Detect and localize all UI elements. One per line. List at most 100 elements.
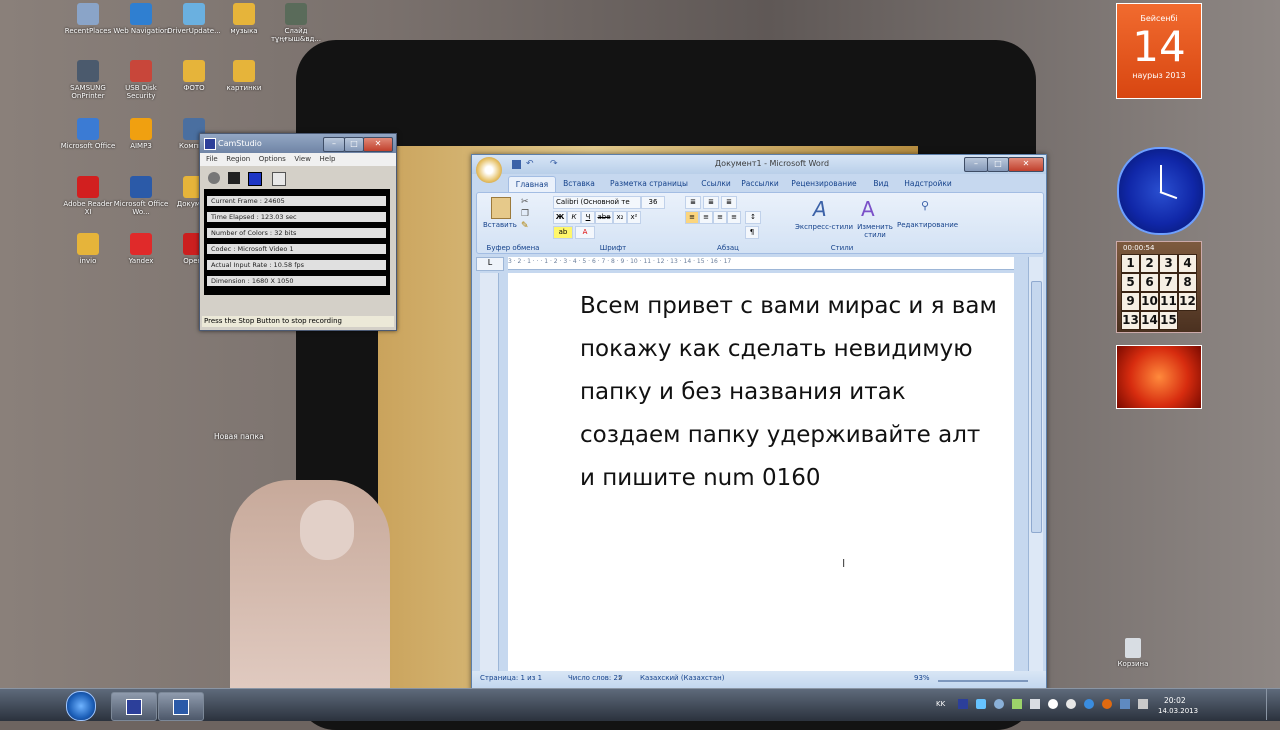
tray-sync-icon[interactable]	[994, 699, 1004, 709]
redo-icon[interactable]: ↷	[550, 160, 559, 169]
save-icon[interactable]	[512, 160, 521, 169]
highlight-button[interactable]: ab	[553, 226, 573, 239]
language-status[interactable]: Казахский (Казахстан)	[640, 674, 724, 682]
underline-button[interactable]: Ч	[581, 211, 595, 224]
puzzle-tile[interactable]: 9	[1121, 292, 1140, 311]
maximize-button[interactable]: □	[344, 137, 364, 152]
puzzle-tile[interactable]: 2	[1140, 254, 1159, 273]
desktop-icon[interactable]: Microsoft Office Wo...	[113, 176, 169, 228]
menu-view[interactable]: View	[294, 153, 311, 166]
start-button[interactable]	[66, 691, 96, 721]
camstudio-window[interactable]: CamStudio – □ ✕ File Region Options View…	[199, 133, 397, 331]
change-styles-icon[interactable]: A	[861, 197, 875, 221]
word-minimize-button[interactable]: –	[964, 157, 988, 172]
find-icon[interactable]: ⚲	[921, 199, 929, 212]
tray-alert-icon[interactable]	[1102, 699, 1112, 709]
page-count[interactable]: Страница: 1 из 1	[480, 674, 542, 682]
menu-help[interactable]: Help	[320, 153, 336, 166]
tray-network-icon[interactable]	[976, 699, 986, 709]
taskbar-time[interactable]: 20:02	[1164, 696, 1186, 705]
desktop-icon[interactable]: Microsoft Office	[60, 118, 116, 170]
show-marks-button[interactable]: ¶	[745, 226, 759, 239]
tab-selector[interactable]: L	[476, 257, 504, 271]
slideshow-gadget[interactable]	[1116, 345, 1202, 409]
puzzle-tile[interactable]: 10	[1140, 292, 1159, 311]
desktop-icon[interactable]: картинки	[216, 60, 272, 112]
numbering-button[interactable]: ≣	[703, 196, 719, 209]
desktop-icon[interactable]: SAMSUNG OnPrinter	[60, 60, 116, 112]
editing-button-label[interactable]: Редактирование	[897, 221, 958, 229]
vertical-ruler[interactable]	[480, 273, 499, 671]
align-right-button[interactable]: ≡	[713, 211, 727, 224]
puzzle-gadget[interactable]: 00:00:54 1 2 3 4 5 6 7 8 9 10 11 12 13 14 15	[1116, 241, 1202, 333]
minimize-button[interactable]: –	[323, 137, 345, 152]
puzzle-empty-slot[interactable]	[1178, 311, 1195, 328]
line-spacing-button[interactable]: ↕	[745, 211, 761, 224]
zoom-level[interactable]: 93%	[914, 674, 930, 682]
desktop-icon[interactable]: RecentPlaces	[60, 3, 116, 55]
proofing-icon[interactable]: ✓	[618, 674, 624, 682]
menu-region[interactable]: Region	[226, 153, 250, 166]
puzzle-tile[interactable]: 1	[1121, 254, 1140, 273]
word-window[interactable]: ↶ ↷ Документ1 - Microsoft Word – □ ✕ Гла…	[471, 154, 1047, 691]
tab-mailings[interactable]: Рассылки	[738, 176, 782, 192]
word-titlebar[interactable]: ↶ ↷ Документ1 - Microsoft Word – □ ✕	[472, 155, 1046, 183]
record-icon[interactable]	[208, 172, 220, 184]
desktop-icon[interactable]: Слайд тұңғыш&вд...	[268, 3, 324, 55]
quick-styles-icon[interactable]: A	[813, 197, 827, 221]
font-name-select[interactable]: Calibri (Основной те	[553, 196, 641, 209]
taskbar-date[interactable]: 14.03.2013	[1158, 707, 1198, 715]
font-color-button[interactable]: A	[575, 226, 595, 239]
tab-page-layout[interactable]: Разметка страницы	[604, 176, 694, 192]
bullets-button[interactable]: ≣	[685, 196, 701, 209]
tray-camstudio-icon[interactable]	[958, 699, 968, 709]
justify-button[interactable]: ≡	[727, 211, 741, 224]
tray-usb-icon[interactable]	[1012, 699, 1022, 709]
subscript-button[interactable]: x₂	[613, 211, 627, 224]
taskbar-word-button[interactable]	[158, 692, 204, 721]
puzzle-tile[interactable]: 4	[1178, 254, 1197, 273]
desktop-icon[interactable]: ФОТО	[166, 60, 222, 112]
multilevel-list-button[interactable]: ≣	[721, 196, 737, 209]
puzzle-tile[interactable]: 11	[1159, 292, 1178, 311]
desktop-icon[interactable]: музыка	[216, 3, 272, 55]
strikethrough-button[interactable]: abe	[595, 211, 613, 224]
horizontal-ruler[interactable]: 3 · 2 · 1 · · · 1 · 2 · 3 · 4 · 5 · 6 · …	[508, 257, 1014, 270]
desktop-icon[interactable]: Adobe Reader XI	[60, 176, 116, 228]
tray-update-icon[interactable]	[1084, 699, 1094, 709]
tab-view[interactable]: Вид	[866, 176, 896, 192]
new-folder-label[interactable]: Новая папка	[214, 432, 264, 441]
italic-button[interactable]: К	[567, 211, 581, 224]
tab-home[interactable]: Главная	[508, 176, 556, 193]
menu-options[interactable]: Options	[259, 153, 286, 166]
vertical-scrollbar[interactable]	[1028, 257, 1043, 671]
camstudio-titlebar[interactable]: CamStudio – □ ✕	[200, 134, 396, 153]
show-desktop-button[interactable]	[1266, 689, 1280, 720]
tray-keyboard-icon[interactable]	[1120, 699, 1130, 709]
format-painter-icon[interactable]: ✎	[521, 221, 529, 231]
stop-icon[interactable]	[248, 172, 262, 186]
calendar-gadget[interactable]: Бейсенбі 14 наурыз 2013	[1116, 3, 1202, 99]
align-center-button[interactable]: ≡	[699, 211, 713, 224]
document-page[interactable]: Всем привет с вами мирас и я вам покажу …	[508, 273, 1014, 671]
font-size-select[interactable]: 36	[641, 196, 665, 209]
tray-volume-icon[interactable]	[1138, 699, 1148, 709]
desktop-icon[interactable]: USB Disk Security	[113, 60, 169, 112]
copy-icon[interactable]: ❐	[521, 209, 529, 219]
desktop-icon[interactable]: AIMP3	[113, 118, 169, 170]
tab-addins[interactable]: Надстройки	[900, 176, 956, 192]
desktop-icon[interactable]: DriverUpdate...	[166, 3, 222, 55]
document-text[interactable]: Всем привет с вами мирас и я вам покажу …	[580, 285, 1000, 500]
language-indicator[interactable]: KK	[936, 700, 945, 708]
undo-icon[interactable]: ↶	[526, 160, 535, 169]
puzzle-tile[interactable]: 3	[1159, 254, 1178, 273]
puzzle-tile[interactable]: 12	[1178, 292, 1197, 311]
superscript-button[interactable]: x²	[627, 211, 641, 224]
align-left-button[interactable]: ≡	[685, 211, 699, 224]
word-close-button[interactable]: ✕	[1008, 157, 1044, 172]
desktop-icon[interactable]: Yandex	[113, 233, 169, 285]
word-count[interactable]: Число слов: 25	[568, 674, 622, 682]
tray-clock-icon[interactable]	[1066, 699, 1076, 709]
desktop-icon[interactable]: invio	[60, 233, 116, 285]
desktop-icon[interactable]: Web Navigation	[113, 3, 169, 55]
